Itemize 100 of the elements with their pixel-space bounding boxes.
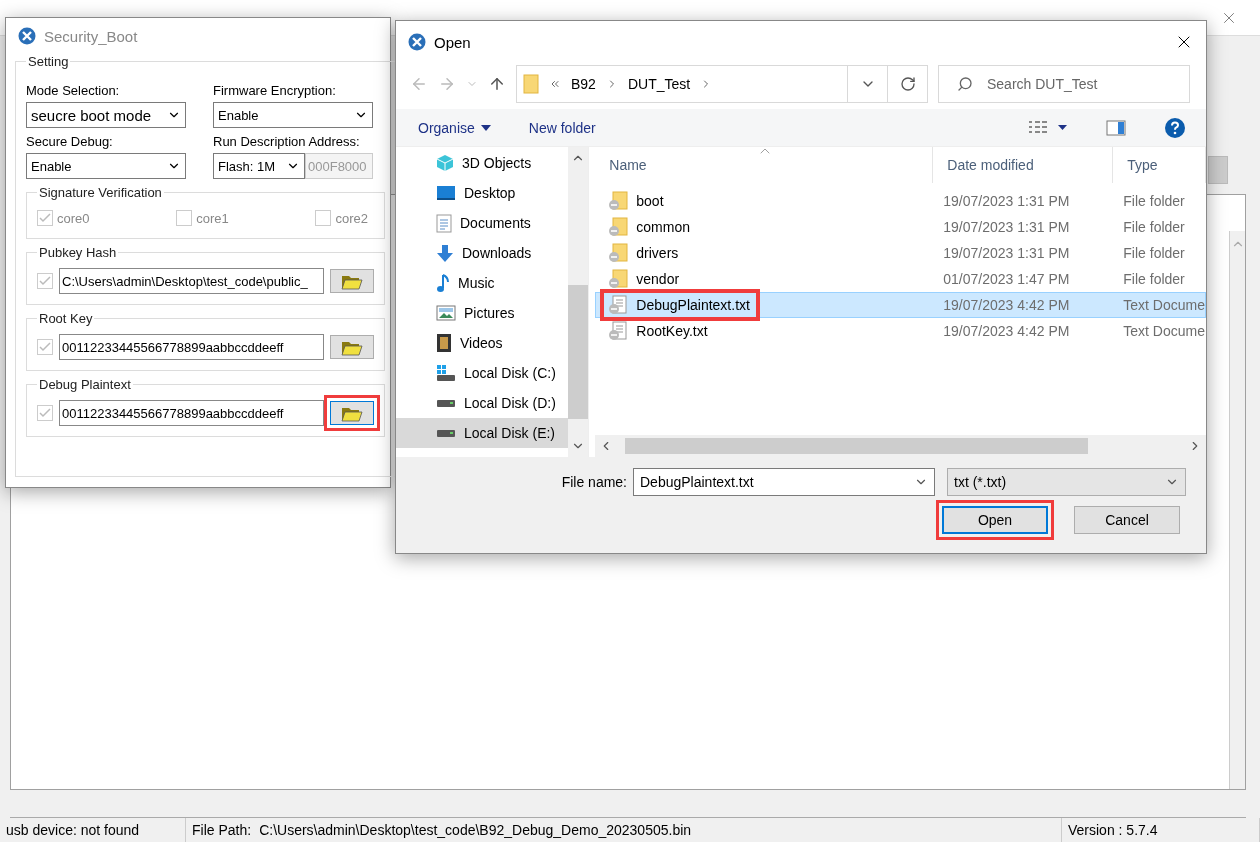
caret-down-icon[interactable]: [480, 124, 491, 131]
checkbox[interactable]: [176, 210, 193, 226]
scrollbar[interactable]: [1229, 231, 1245, 789]
file-name: common: [636, 219, 690, 235]
file-row[interactable]: drivers 19/07/2023 1:31 PM File folder: [595, 240, 1206, 266]
dialog-button[interactable]: Open: [942, 506, 1048, 534]
field-label: Mode Selection:: [26, 83, 121, 98]
checkbox-label: core2: [335, 210, 368, 226]
text-file-icon: [608, 295, 629, 315]
up-icon[interactable]: [488, 75, 506, 93]
column-header[interactable]: Date modified: [933, 147, 1114, 183]
folder-icon: [608, 269, 629, 289]
organise-button[interactable]: Organise: [418, 119, 491, 136]
scrollbar[interactable]: [568, 147, 589, 457]
dialog-button[interactable]: Cancel: [1074, 506, 1180, 534]
nav-label: Desktop: [464, 185, 516, 201]
path-field[interactable]: 00112233445566778899aabbccddeeff: [59, 334, 324, 360]
debug-select[interactable]: Enable: [26, 153, 186, 179]
group-title: Debug Plaintext: [38, 377, 132, 392]
file-name: vendor: [636, 271, 680, 287]
browse-button[interactable]: [330, 401, 374, 425]
nav-label: Local Disk (E:): [464, 425, 556, 441]
field-label: Run Description Address:: [213, 134, 361, 149]
nav-label: Local Disk (C:): [464, 365, 556, 381]
checkbox[interactable]: [37, 210, 53, 226]
checkbox[interactable]: [37, 273, 53, 289]
nav-item[interactable]: 3D Objects: [396, 148, 569, 178]
file-row[interactable]: RootKey.txt 19/07/2023 4:42 PM Text Docume: [595, 318, 1206, 344]
nav-label: Downloads: [462, 245, 532, 261]
file-type-select[interactable]: txt (*.txt): [947, 468, 1186, 496]
app-icon: [18, 27, 36, 45]
path-field[interactable]: 00112233445566778899aabbccddeeff: [59, 400, 324, 426]
file-name-field[interactable]: DebugPlaintext.txt: [633, 468, 935, 496]
image-icon: [436, 305, 456, 321]
type-cell-text: File folder: [1122, 271, 1186, 287]
nav-label: Videos: [460, 335, 503, 351]
date-cell-text: 19/07/2023 1:31 PM: [942, 193, 1071, 209]
refresh-icon[interactable]: [899, 76, 916, 92]
window-title: Security_Boot: [44, 27, 138, 45]
file-name: DebugPlaintext.txt: [636, 297, 750, 313]
breadcrumb-item[interactable]: DUT_Test: [627, 76, 691, 92]
column-header[interactable]: Name: [595, 147, 934, 183]
scrollbar[interactable]: [595, 435, 1206, 457]
version-text: Version : 5.7.4: [1068, 822, 1158, 838]
nav-item[interactable]: Local Disk (D:): [396, 388, 569, 418]
file-name: boot: [636, 193, 664, 209]
nav-item[interactable]: Downloads: [396, 238, 569, 268]
search-field[interactable]: Search DUT_Test: [938, 65, 1190, 103]
file-row[interactable]: common 19/07/2023 1:31 PM File folder: [595, 214, 1206, 240]
new-folder-button[interactable]: New folder: [528, 119, 596, 136]
preview-pane-icon[interactable]: [1106, 119, 1126, 136]
nav-item[interactable]: Local Disk (C:): [396, 358, 569, 388]
checkbox[interactable]: [37, 339, 53, 355]
nav-item[interactable]: Videos: [396, 328, 569, 358]
group-title: Signature Verification: [38, 185, 163, 200]
type-cell-text: File folder: [1122, 193, 1186, 209]
breadcrumb-item[interactable]: B92: [571, 76, 596, 92]
address-bar[interactable]: B92 DUT_Test: [516, 65, 928, 103]
file-row[interactable]: vendor 01/07/2023 1:47 PM File folder: [595, 266, 1206, 292]
music-note-icon: [436, 273, 450, 293]
browse-button[interactable]: [330, 269, 374, 293]
file-row[interactable]: boot 19/07/2023 1:31 PM File folder: [595, 188, 1206, 214]
drive-icon: [436, 428, 456, 438]
nav-label: Pictures: [464, 305, 515, 321]
browse-button[interactable]: [330, 335, 374, 359]
view-options-icon[interactable]: [1028, 120, 1068, 135]
app-icon: [408, 33, 426, 51]
field-label: File name:: [561, 474, 627, 490]
file-name: drivers: [636, 245, 679, 261]
nav-item[interactable]: Pictures: [396, 298, 569, 328]
overflow-icon[interactable]: [549, 78, 561, 90]
nav-label: Music: [458, 275, 495, 291]
type-cell-text: File folder: [1122, 219, 1186, 235]
group-title: Setting: [27, 54, 70, 69]
monitor-icon: [436, 185, 456, 201]
nav-item[interactable]: Documents: [396, 208, 569, 238]
checkbox[interactable]: [315, 210, 332, 226]
folder-icon: [608, 191, 629, 211]
help-icon[interactable]: [1164, 116, 1186, 139]
checkbox[interactable]: [37, 405, 53, 421]
group-title: Pubkey Hash: [38, 245, 118, 260]
download-icon: [436, 243, 454, 263]
flash-select[interactable]: Flash: 1M: [213, 153, 305, 179]
encryption-select[interactable]: Enable: [213, 102, 373, 128]
window-title: Open: [434, 33, 471, 51]
nav-item[interactable]: Music: [396, 268, 569, 298]
type-cell-text: Text Docume: [1122, 323, 1205, 339]
file-path: C:\Users\admin\Desktop\test_code\B92_Debug_Demo_20230505.bin: [259, 822, 692, 838]
document-icon: [436, 213, 452, 233]
date-cell-text: 19/07/2023 1:31 PM: [942, 245, 1071, 261]
nav-item[interactable]: Local Disk (E:): [396, 418, 569, 448]
nav-item[interactable]: Desktop: [396, 178, 569, 208]
file-row[interactable]: DebugPlaintext.txt 19/07/2023 4:42 PM Text Docume: [595, 292, 1206, 318]
search-icon: [957, 76, 973, 92]
column-header[interactable]: Type: [1113, 147, 1206, 183]
type-cell-text: File folder: [1122, 245, 1186, 261]
path-field[interactable]: C:\Users\admin\Desktop\test_code\public_: [59, 268, 324, 294]
mode-select[interactable]: seucre boot mode: [26, 102, 186, 128]
text-file-icon: [608, 321, 629, 341]
folder-icon: [608, 243, 629, 263]
